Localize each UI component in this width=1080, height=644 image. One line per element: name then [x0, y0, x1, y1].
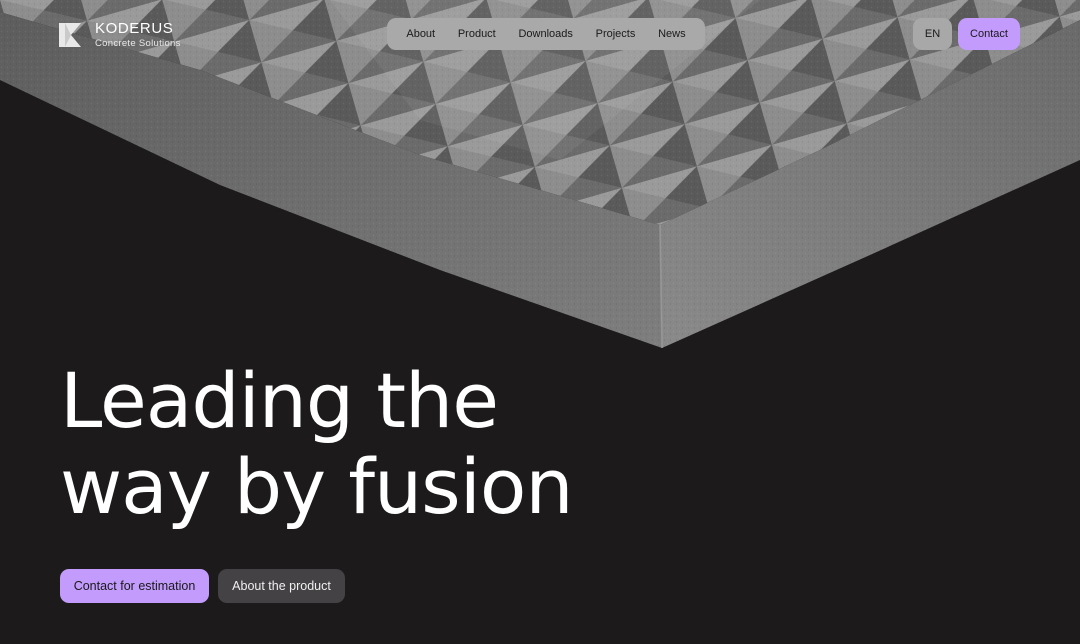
brand-tagline: Concrete Solutions: [95, 38, 181, 49]
hero-headline-line-1: Leading the: [60, 356, 499, 445]
nav-item-projects[interactable]: Projects: [596, 28, 636, 40]
hero-headline: Leading the way by fusion: [60, 358, 700, 530]
nav-item-about[interactable]: About: [406, 28, 435, 40]
brand-logo[interactable]: KODERUS Concrete Solutions: [59, 21, 181, 49]
nav-item-news[interactable]: News: [658, 28, 686, 40]
hero-concrete-image: [0, 0, 1080, 349]
brand-name: KODERUS: [95, 20, 174, 37]
language-selector[interactable]: EN: [913, 18, 952, 50]
nav-item-downloads[interactable]: Downloads: [518, 28, 572, 40]
about-product-button[interactable]: About the product: [218, 569, 345, 603]
hero-headline-line-2: way by fusion: [60, 442, 574, 531]
nav-item-product[interactable]: Product: [458, 28, 496, 40]
contact-button[interactable]: Contact: [958, 18, 1020, 50]
main-nav: About Product Downloads Projects News: [387, 18, 705, 50]
contact-for-estimation-button[interactable]: Contact for estimation: [60, 569, 209, 603]
logo-mark-icon: [59, 23, 81, 47]
